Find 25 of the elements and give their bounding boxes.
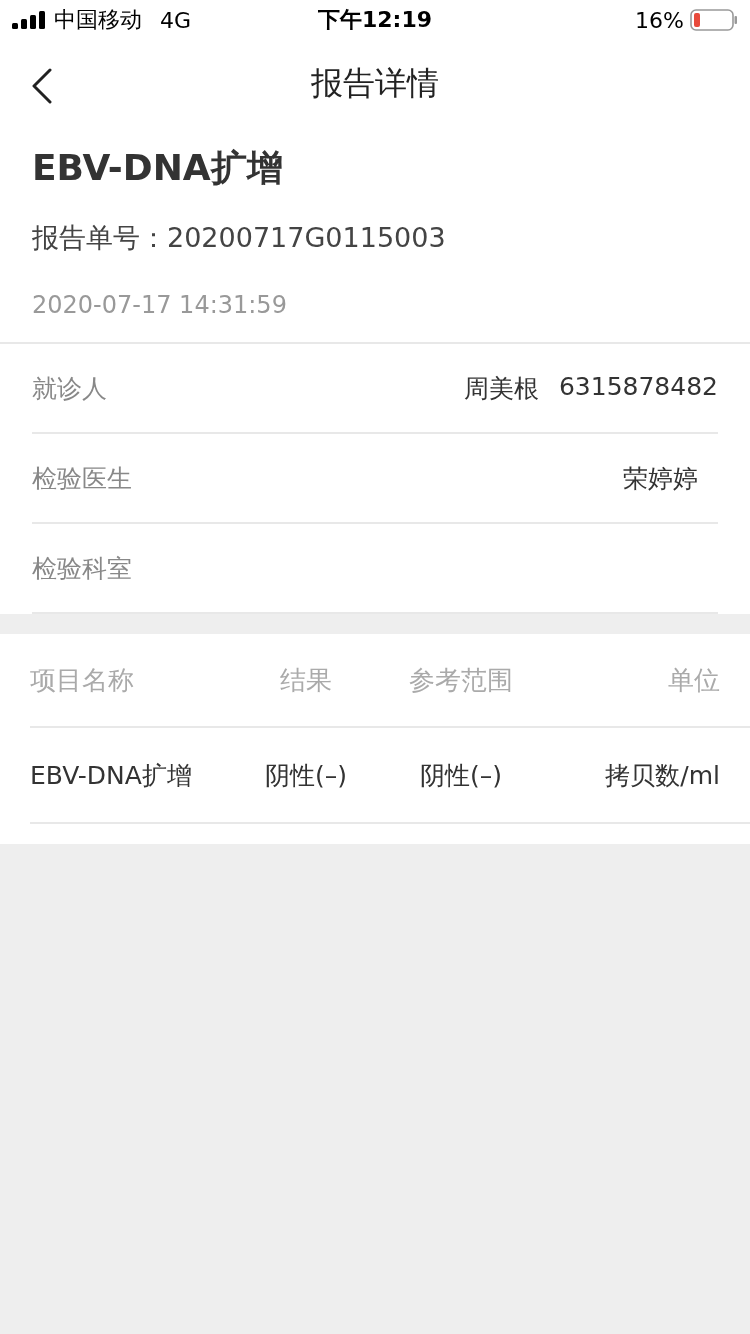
carrier-name: 中国移动 bbox=[54, 6, 142, 34]
report-datetime: 2020-07-17 14:31:59 bbox=[32, 290, 288, 321]
field-label: 检验医生 bbox=[32, 462, 133, 495]
table-cell-text: 阴性(–) bbox=[419, 759, 503, 792]
battery-percent: 16% bbox=[635, 7, 684, 33]
page-title: 报告详情 bbox=[311, 63, 439, 104]
report-number: 20200717G0115003 bbox=[167, 222, 446, 253]
table-cell-text: 阴性(–) bbox=[264, 759, 348, 792]
column-header: 参考范围 bbox=[408, 663, 514, 697]
field-value: 周美根 bbox=[463, 372, 539, 405]
battery-icon bbox=[690, 9, 738, 31]
network-type: 4G bbox=[160, 7, 192, 33]
report-title: EBV-DNA扩增 bbox=[32, 146, 284, 190]
field-value: 荣婷婷 bbox=[623, 462, 698, 495]
column-header: 单位 bbox=[667, 663, 720, 697]
table-cell-text: EBV-DNA扩增 bbox=[30, 759, 193, 792]
report-number-label: 报告单号： bbox=[32, 222, 167, 253]
table-cell-text: 拷贝数/ml bbox=[604, 759, 720, 792]
field-label: 就诊人 bbox=[32, 372, 108, 405]
signal-icon bbox=[12, 11, 46, 29]
field-value: 6315878482 bbox=[558, 371, 718, 403]
column-header: 项目名称 bbox=[30, 663, 135, 697]
clock-time: 下午12:19 bbox=[318, 7, 432, 32]
column-header: 结果 bbox=[279, 663, 333, 697]
field-label: 检验科室 bbox=[32, 552, 133, 585]
